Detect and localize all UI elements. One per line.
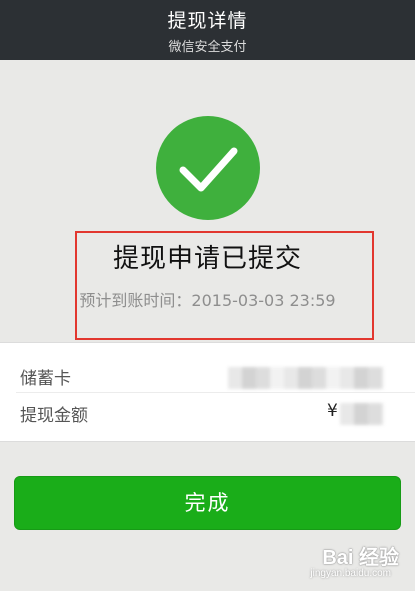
- watermark-url: jingyan.baidu.com: [310, 568, 391, 579]
- annotation-highlight-box: [75, 231, 374, 340]
- nav-header: 提现详情 微信安全支付: [0, 0, 415, 60]
- withdraw-details-card: 储蓄卡 提现金额 ¥: [0, 342, 415, 442]
- watermark-text: Bai 经验: [322, 547, 399, 569]
- check-icon: [179, 147, 238, 192]
- row-divider: [16, 392, 415, 393]
- page-title: 提现详情: [167, 10, 248, 32]
- success-check-icon: [156, 116, 260, 220]
- withdraw-amount-value-masked: [340, 403, 384, 425]
- withdraw-amount-label: 提现金额: [20, 406, 88, 426]
- debit-card-value-masked: [228, 367, 384, 389]
- page-subtitle: 微信安全支付: [168, 40, 247, 55]
- debit-card-label: 储蓄卡: [20, 369, 71, 389]
- amount-currency: ¥: [327, 401, 338, 421]
- done-button[interactable]: 完成: [14, 476, 401, 530]
- baidu-jingyan-watermark: Bai 经验: [322, 541, 399, 570]
